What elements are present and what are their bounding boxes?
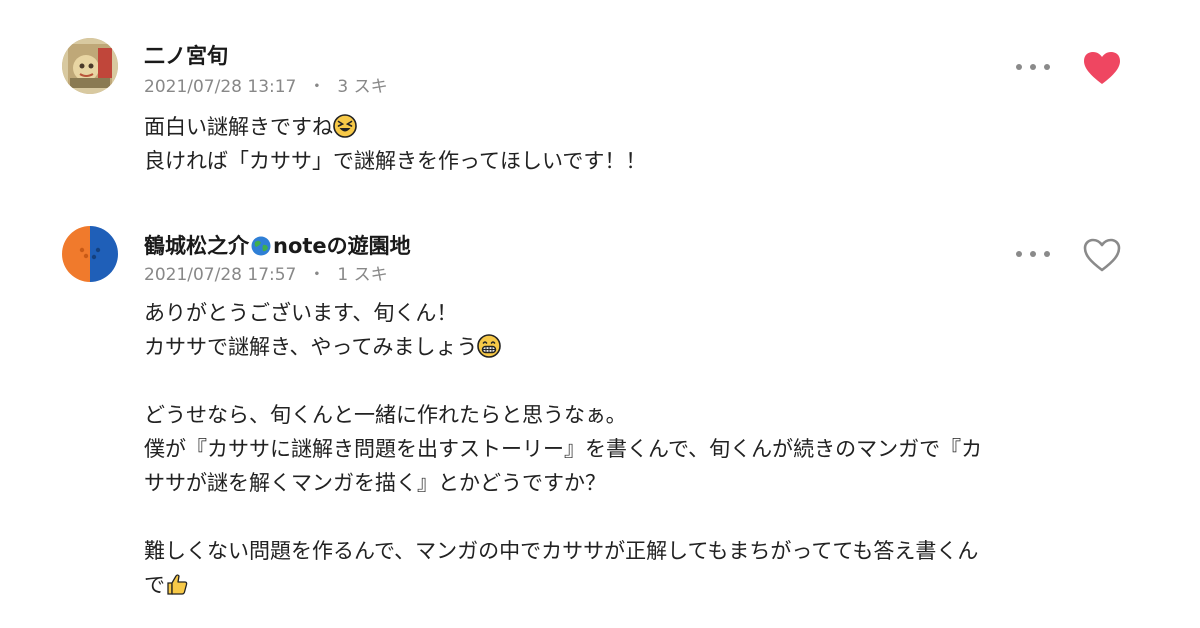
comment-body: ありがとうございます、旬くん！ カササで謎解き、やってみましょう どうせなら、旬… (144, 296, 1134, 602)
avatar[interactable] (62, 226, 118, 282)
like-count[interactable]: 1 スキ (337, 265, 387, 285)
comment-author-name[interactable]: 二ノ宮旬 (144, 40, 228, 70)
like-count[interactable]: 3 スキ (337, 77, 387, 97)
author-name-prefix: 鶴城松之介 (144, 234, 249, 258)
comment-author-name[interactable]: 鶴城松之介 noteの遊園地 (144, 230, 411, 260)
comment-meta: 2021/07/28 13:17 ・ 3 スキ (144, 72, 388, 97)
heart-filled-icon (1084, 52, 1120, 84)
heart-outline-icon (1083, 238, 1121, 272)
comment-body: 面白い謎解きですね 良ければ「カササ」で謎解きを作ってほしいです！！ (144, 110, 1134, 178)
laughing-squint-emoji (333, 114, 357, 138)
comment-line: ササが謎を解くマンガを描く』とかどうですか？ (144, 471, 606, 495)
more-dots-icon[interactable] (1016, 247, 1050, 261)
comment-line: 僕が『カササに謎解き問題を出すストーリー』を書くんで、旬くんが続きのマンガで『カ (144, 437, 983, 461)
avatar-illustration-icon (62, 38, 118, 94)
comment-line: カササで謎解き、やってみましょう (144, 330, 1134, 364)
comment-line: 難しくない問題を作るんで、マンガの中でカササが正解してもまちがってても答え書くん (144, 539, 979, 563)
globe-emoji (251, 236, 271, 256)
comment-line: ありがとうございます、旬くん！ (144, 301, 458, 325)
meta-separator: ・ (308, 265, 326, 285)
thumbs-up-emoji (167, 574, 188, 595)
comment-line: 良ければ「カササ」で謎解きを作ってほしいです！！ (144, 149, 647, 173)
comment-line: 面白い謎解きですね (144, 110, 1134, 144)
comment-date: 2021/07/28 13:17 (144, 77, 297, 97)
comment-line: で (144, 568, 1134, 602)
grinning-emoji (477, 334, 502, 358)
avatar[interactable] (62, 38, 118, 94)
comment-meta: 2021/07/28 17:57 ・ 1 スキ (144, 260, 388, 285)
meta-separator: ・ (308, 77, 326, 97)
author-name-suffix: noteの遊園地 (273, 234, 411, 258)
like-button[interactable] (1082, 237, 1122, 273)
more-dots-icon[interactable] (1016, 60, 1050, 74)
like-button[interactable] (1082, 50, 1122, 86)
comment-line: どうせなら、旬くんと一緒に作れたらと思うなぁ。 (144, 403, 627, 427)
avatar-split-orange-blue-icon (62, 226, 118, 282)
comment-date: 2021/07/28 17:57 (144, 265, 297, 285)
